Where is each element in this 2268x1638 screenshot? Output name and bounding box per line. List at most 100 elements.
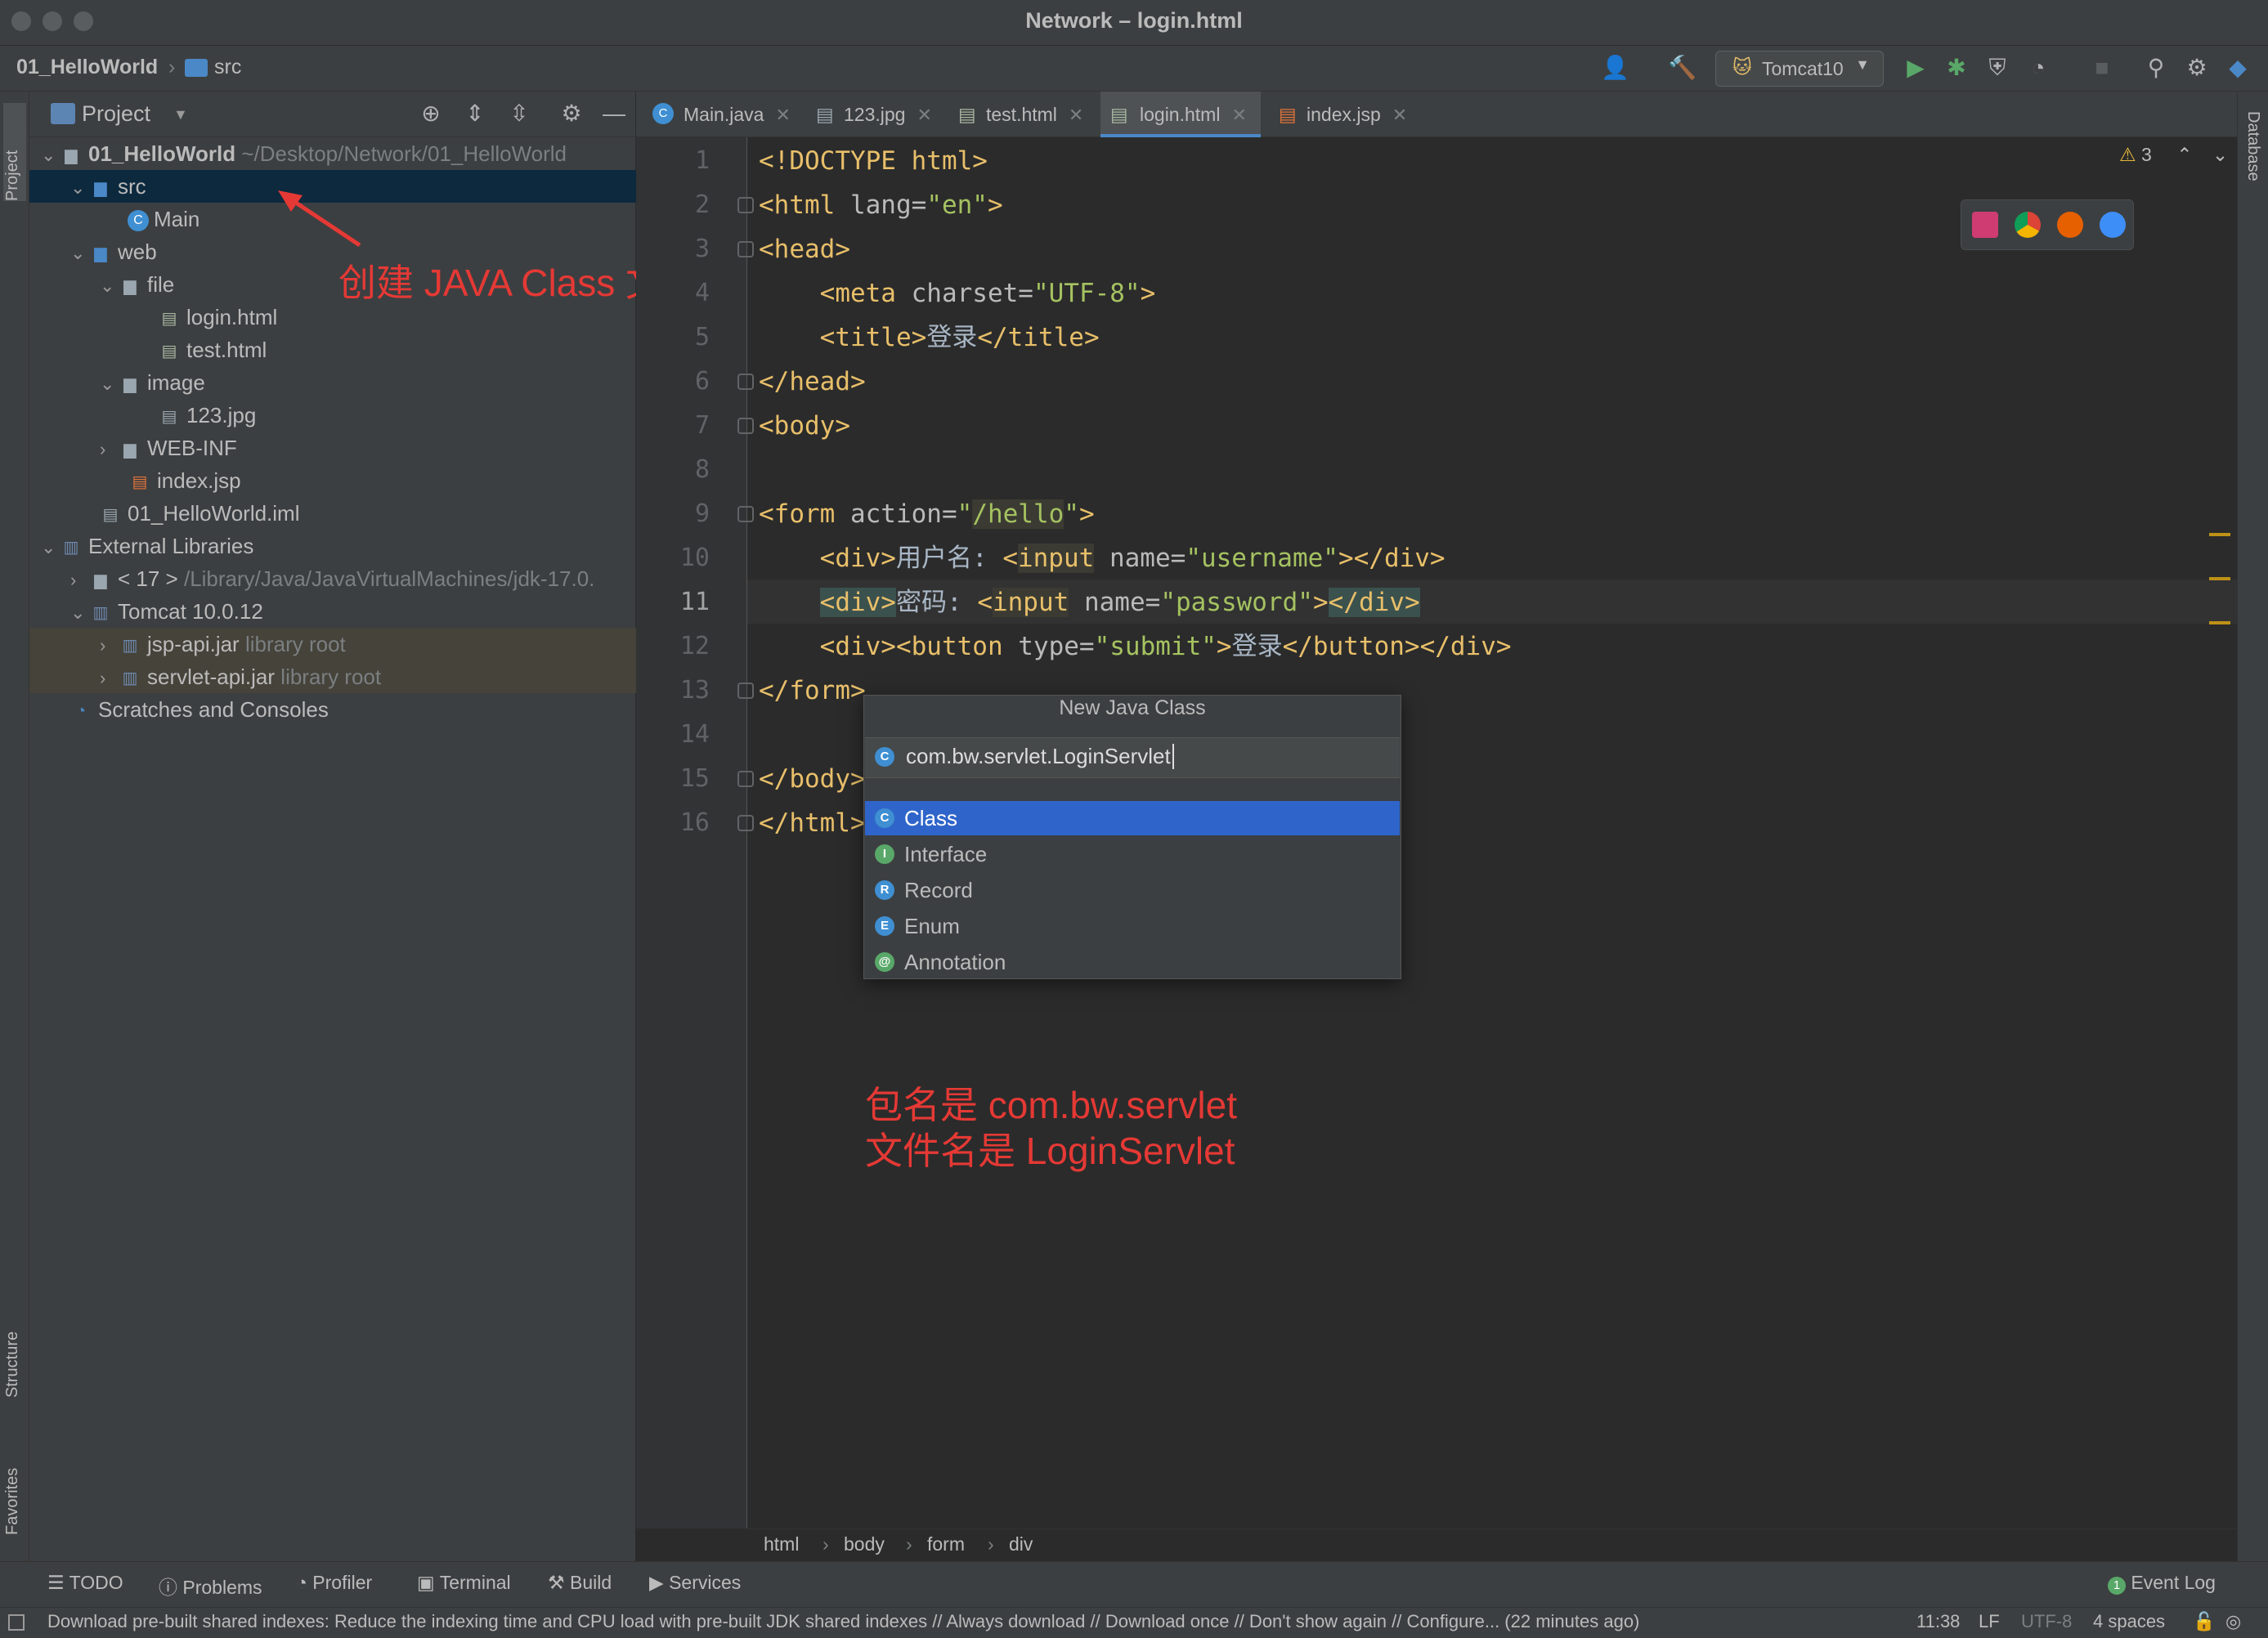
panel-settings-icon[interactable]: ⚙: [558, 100, 585, 128]
memory-indicator-icon[interactable]: ◎: [2225, 1611, 2241, 1632]
close-tab-icon[interactable]: ✕: [1392, 105, 1407, 125]
run-config-select[interactable]: 🐱 Tomcat10 ▼: [1715, 51, 1884, 87]
folder-icon: ▆: [123, 441, 137, 459]
breadcrumb-form[interactable]: form: [927, 1533, 965, 1555]
lock-icon[interactable]: 🔓: [2193, 1611, 2215, 1632]
tool-window-todo[interactable]: ☰ TODO: [47, 1572, 123, 1594]
tool-window-services[interactable]: ▶ Services: [649, 1572, 741, 1594]
breadcrumb-div[interactable]: div: [1009, 1533, 1033, 1555]
tool-window-problems[interactable]: ⓘ Problems: [159, 1572, 262, 1600]
expand-all-icon[interactable]: ⇕: [461, 100, 489, 128]
tree-row-index-jsp[interactable]: ▤ index.jsp: [29, 464, 636, 497]
status-message[interactable]: Download pre-built shared indexes: Reduc…: [47, 1611, 1920, 1632]
tree-row-servlet-api[interactable]: › ▥ servlet-api.jar library root: [29, 660, 636, 693]
firefox-icon[interactable]: [2057, 212, 2083, 238]
chevron-down-icon[interactable]: ⌄: [2212, 144, 2228, 165]
tree-row-jsp-api[interactable]: › ▥ jsp-api.jar library root: [29, 628, 636, 660]
tab-label: Main.java: [684, 104, 764, 125]
tab-test-html[interactable]: ▤ test.html ✕: [952, 92, 1096, 137]
tree-row-project-root[interactable]: ⌄ ▆ 01_HelloWorld ~/Desktop/Network/01_Hel…: [29, 137, 636, 170]
debug-icon[interactable]: ✱: [1943, 54, 1970, 82]
inspection-widget[interactable]: ⚠ 3 ⌃ ⌄: [2119, 144, 2228, 166]
status-encoding[interactable]: UTF-8: [2021, 1611, 2072, 1632]
chrome-icon[interactable]: [2015, 212, 2041, 238]
popup-item-annotation[interactable]: Annotation: [865, 945, 1400, 979]
fold-marker[interactable]: [737, 418, 754, 434]
tool-window-build[interactable]: ⚒ Build: [548, 1572, 612, 1594]
close-tab-icon[interactable]: ✕: [775, 105, 790, 125]
tab-123-jpg[interactable]: ▤ 123.jpg ✕: [809, 92, 940, 137]
interface-icon: I: [875, 844, 894, 864]
fold-marker[interactable]: [737, 197, 754, 213]
tree-row-jdk[interactable]: › ▆ < 17 > /Library/Java/JavaVirtualMachin…: [29, 562, 636, 595]
safari-icon[interactable]: [2100, 212, 2126, 238]
user-icon[interactable]: 👤: [1601, 54, 1629, 82]
line-number: 5: [694, 323, 710, 351]
fold-marker[interactable]: [737, 771, 754, 787]
close-tab-icon[interactable]: ✕: [1231, 105, 1246, 125]
tree-row-iml[interactable]: ▤ 01_HelloWorld.iml: [29, 497, 636, 530]
tree-row-scratches[interactable]: ◔ Scratches and Consoles: [29, 693, 636, 726]
tool-window-terminal[interactable]: ▣ Terminal: [417, 1572, 511, 1594]
code-with-me-icon[interactable]: ◆: [2224, 54, 2252, 82]
structure-tool-tab[interactable]: Structure: [3, 1300, 22, 1398]
chevron-up-icon[interactable]: ⌃: [2176, 144, 2192, 165]
fold-marker[interactable]: [737, 374, 754, 390]
stop-icon[interactable]: ■: [2088, 54, 2116, 82]
build-hammer-icon[interactable]: 🔨: [1668, 54, 1697, 82]
tool-window-profiler[interactable]: ◔ Profiler: [296, 1572, 372, 1594]
tree-row-image[interactable]: ⌄ ▆ image: [29, 366, 636, 399]
code-line-16: </html>: [759, 808, 866, 838]
error-stripe-mark[interactable]: [2209, 533, 2230, 536]
list-icon: ☰: [47, 1572, 69, 1593]
chevron-down-icon[interactable]: ▼: [173, 106, 188, 123]
tool-window-event-log[interactable]: 1 Event Log: [2108, 1572, 2216, 1595]
tab-login-html[interactable]: ▤ login.html ✕: [1100, 92, 1261, 137]
error-stripe-mark[interactable]: [2209, 577, 2230, 580]
module-folder-icon: ▆: [65, 146, 78, 165]
nav-folder[interactable]: src: [214, 56, 241, 79]
tool-window-label: TODO: [69, 1572, 123, 1593]
coverage-icon[interactable]: ⛨: [1983, 54, 2011, 82]
database-tool-tab[interactable]: Database: [2243, 111, 2262, 181]
project-tool-tab[interactable]: Project: [3, 103, 26, 201]
close-tab-icon[interactable]: ✕: [917, 105, 931, 125]
popup-item-enum[interactable]: Enum: [865, 909, 1400, 943]
popup-item-class[interactable]: Class: [865, 801, 1400, 835]
popup-item-record[interactable]: Record: [865, 873, 1400, 907]
profile-icon[interactable]: ◔: [2024, 54, 2052, 82]
breadcrumb-html[interactable]: html: [764, 1533, 799, 1555]
settings-gear-icon[interactable]: ⚙: [2183, 54, 2211, 82]
collapse-all-icon[interactable]: ⇳: [505, 100, 533, 128]
tree-row-tomcat[interactable]: ⌄ ▥ Tomcat 10.0.12: [29, 595, 636, 628]
close-tab-icon[interactable]: ✕: [1069, 105, 1083, 125]
status-indent[interactable]: 4 spaces: [2093, 1611, 2165, 1632]
popup-item-interface[interactable]: Interface: [865, 837, 1400, 871]
fold-marker[interactable]: [737, 506, 754, 522]
nav-project[interactable]: 01_HelloWorld: [16, 56, 158, 79]
favorites-tool-tab[interactable]: Favorites: [3, 1445, 22, 1535]
tree-row-123-jpg[interactable]: ▤ 123.jpg: [29, 399, 636, 432]
chevron-down-icon: ⌄: [70, 177, 86, 198]
toggle-tool-windows-icon[interactable]: [8, 1614, 25, 1631]
tree-row-external-libraries[interactable]: ⌄ ▥ External Libraries: [29, 530, 636, 562]
tab-index-jsp[interactable]: ▤ index.jsp ✕: [1272, 92, 1416, 137]
fold-marker[interactable]: [737, 815, 754, 831]
tree-row-web-inf[interactable]: › ▆ WEB-INF: [29, 432, 636, 464]
fold-marker[interactable]: [737, 241, 754, 257]
intellij-browser-icon[interactable]: [1972, 212, 1998, 238]
error-stripe-mark[interactable]: [2209, 621, 2230, 624]
fold-marker[interactable]: [737, 682, 754, 699]
tree-row-test-html[interactable]: ▤ test.html: [29, 333, 636, 366]
locate-icon[interactable]: ⊕: [417, 100, 445, 128]
tool-window-label: Services: [669, 1572, 742, 1593]
run-icon[interactable]: ▶: [1902, 54, 1930, 82]
hide-panel-icon[interactable]: —: [600, 100, 628, 128]
search-icon[interactable]: ⚲: [2142, 54, 2170, 82]
status-position[interactable]: 11:38: [1916, 1611, 1960, 1632]
tab-main-java[interactable]: C Main.java ✕: [649, 92, 796, 137]
breadcrumb-body[interactable]: body: [844, 1533, 885, 1555]
project-panel-title[interactable]: Project: [82, 101, 150, 127]
status-line-separator[interactable]: LF: [1979, 1611, 2000, 1632]
tree-label: test.html: [186, 338, 267, 362]
